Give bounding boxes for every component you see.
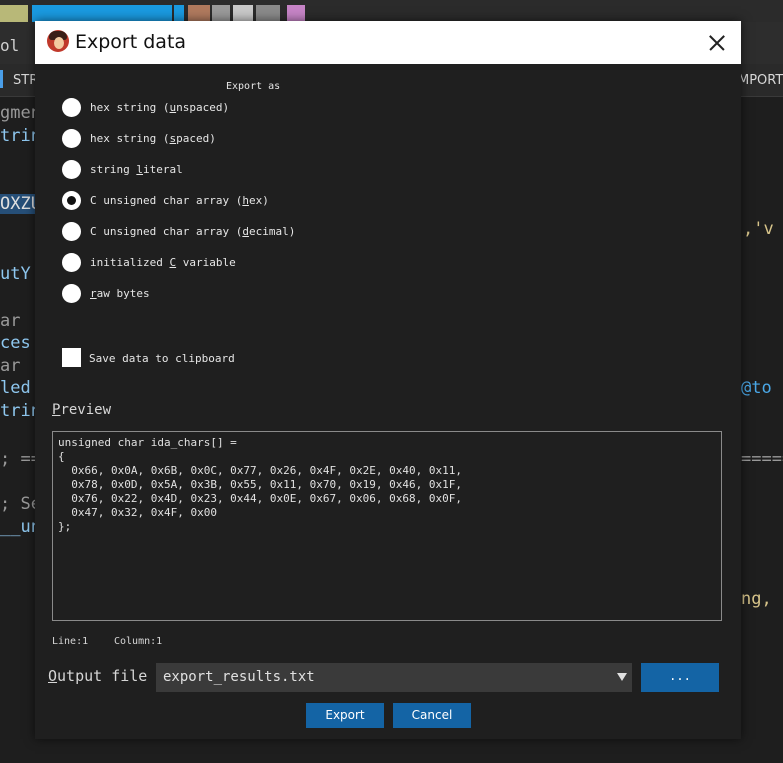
save-to-clipboard-label: Save data to clipboard [89,352,235,365]
export-format-label: C unsigned char array (hex) [90,194,269,207]
close-icon[interactable] [691,21,741,64]
export-format-option[interactable]: string literal [62,160,342,182]
export-format-option[interactable]: initialized C variable [62,253,342,275]
code-fragment: @to [741,378,772,398]
export-button[interactable]: Export [306,703,384,728]
dropdown-arrow-icon[interactable] [617,673,627,681]
code-fragment: ,'v [743,219,774,239]
browse-button[interactable]: ... [641,663,719,692]
preview-label: Preview [52,402,112,418]
code-fragment: ar [0,356,21,376]
export-data-dialog: Export data Export as hex string (unspac… [35,21,741,739]
radio-button[interactable] [62,191,81,210]
code-fragment: ces [0,333,31,353]
output-file-select[interactable]: export_results.txt [156,663,632,692]
radio-button[interactable] [62,222,81,241]
radio-button[interactable] [62,284,81,303]
export-format-option[interactable]: raw bytes [62,284,342,306]
output-file-value: export_results.txt [163,669,315,685]
code-fragment: ng, s [741,589,783,609]
code-fragment: ===== [741,449,783,469]
radio-button[interactable] [62,129,81,148]
radio-button[interactable] [62,253,81,272]
export-format-label: C unsigned char array (decimal) [90,225,296,238]
toolbar-chip [188,5,210,22]
toolbar-chip [287,5,305,22]
status-column: Column:1 [114,636,163,647]
code-fragment: utY [0,264,31,284]
save-to-clipboard-checkbox[interactable] [62,348,81,367]
radio-button[interactable] [62,98,81,117]
tab-marker [0,70,3,88]
tab-imports[interactable]: MPORTS [738,73,783,88]
window-top-strip [0,0,783,22]
status-line: Line:1 [52,636,89,647]
output-file-label: Output file [48,667,148,685]
toolbar-chip [233,5,253,22]
toolbar-chip [0,5,28,22]
export-format-label: hex string (spaced) [90,132,216,145]
code-fragment: led [0,378,31,398]
export-as-label: Export as [226,81,281,92]
menu-item-tool[interactable]: ol [0,36,19,55]
export-format-option[interactable]: C unsigned char array (decimal) [62,222,342,244]
toolbar-chip [256,5,280,22]
export-format-label: raw bytes [90,287,150,300]
export-format-label: initialized C variable [90,256,236,269]
dialog-titlebar: Export data [35,21,741,64]
cancel-button[interactable]: Cancel [393,703,471,728]
export-format-label: hex string (unspaced) [90,101,230,114]
export-format-option[interactable]: hex string (spaced) [62,129,342,151]
export-format-option[interactable]: hex string (unspaced) [62,98,342,120]
app-avatar-icon [47,30,69,52]
export-format-option[interactable]: C unsigned char array (hex) [62,191,342,213]
export-format-label: string literal [90,163,183,176]
dialog-title: Export data [75,31,187,53]
radio-button[interactable] [62,160,81,179]
code-fragment: ar [0,311,21,331]
toolbar-chip [212,5,230,22]
preview-text: unsigned char ida_chars[] = { 0x66, 0x0A… [58,436,462,533]
toolbar-chip [32,5,172,22]
preview-textarea[interactable]: unsigned char ida_chars[] = { 0x66, 0x0A… [52,431,722,621]
toolbar-chip [174,5,184,22]
